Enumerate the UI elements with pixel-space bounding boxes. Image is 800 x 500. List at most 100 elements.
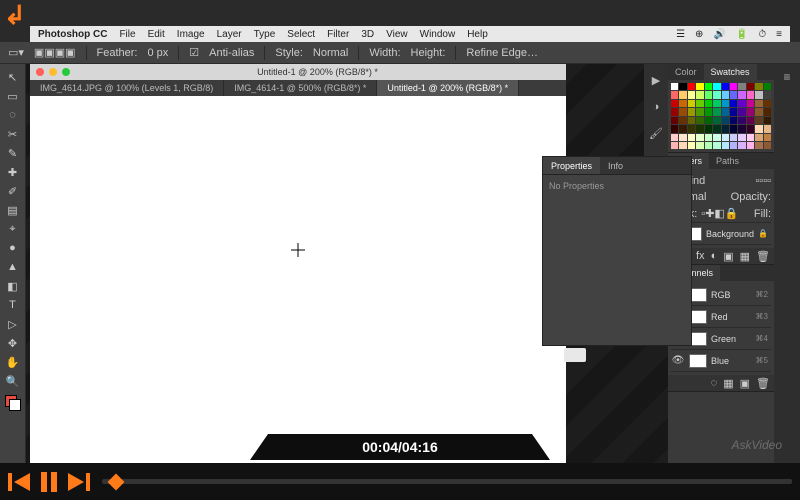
swatch[interactable] (747, 108, 754, 115)
swatch[interactable] (730, 108, 737, 115)
crop-tool[interactable]: ✂ (3, 125, 23, 143)
progress-track[interactable] (102, 479, 792, 484)
channel-row[interactable]: 👁Blue⌘5 (671, 350, 771, 372)
swatch[interactable] (705, 100, 712, 107)
gradient-tool[interactable]: ▲ (3, 258, 23, 276)
feather-value[interactable]: 0 px (147, 47, 168, 59)
swatch[interactable] (730, 91, 737, 98)
save-selection-icon[interactable]: ▦ (723, 377, 733, 390)
lasso-tool[interactable]: ◌ (3, 106, 23, 124)
menu-view[interactable]: View (386, 29, 408, 40)
swatch[interactable] (705, 125, 712, 132)
new-layer-icon[interactable]: ▦ (740, 250, 750, 263)
swatch[interactable] (671, 125, 678, 132)
swatch[interactable] (755, 100, 762, 107)
menu-layer[interactable]: Layer (217, 29, 242, 40)
swatch[interactable] (696, 91, 703, 98)
menu-3d[interactable]: 3D (361, 29, 374, 40)
swatch[interactable] (747, 83, 754, 90)
swatch[interactable] (755, 83, 762, 90)
menu-image[interactable]: Image (177, 29, 205, 40)
swatch[interactable] (764, 117, 771, 124)
properties-tab[interactable]: Properties (543, 157, 600, 174)
swatch[interactable] (688, 91, 695, 98)
swatch[interactable] (738, 91, 745, 98)
swatch[interactable] (705, 108, 712, 115)
swatch[interactable] (755, 117, 762, 124)
swatch[interactable] (755, 142, 762, 149)
history-brush-tool[interactable]: ⌖ (3, 220, 23, 238)
tool-preset-icon[interactable]: ▭▾ (8, 46, 24, 59)
swatch[interactable] (747, 125, 754, 132)
swatch[interactable] (705, 134, 712, 141)
visibility-eye-icon[interactable]: 👁 (671, 355, 685, 366)
swatch[interactable] (671, 100, 678, 107)
swatch[interactable] (747, 91, 754, 98)
swatch[interactable] (713, 142, 720, 149)
swatch[interactable] (738, 142, 745, 149)
swatch[interactable] (696, 117, 703, 124)
eraser-tool[interactable]: ● (3, 239, 23, 257)
swatch[interactable] (671, 83, 678, 90)
swatch[interactable] (755, 134, 762, 141)
document-tab[interactable]: IMG_4614-1 @ 500% (RGB/8*) * (224, 80, 377, 96)
pause-button[interactable] (34, 467, 64, 497)
collapsed-panel-stub[interactable] (564, 348, 586, 362)
swatch[interactable] (671, 134, 678, 141)
swatch[interactable] (671, 91, 678, 98)
swatch[interactable] (679, 83, 686, 90)
style-dropdown[interactable]: Normal (313, 47, 348, 59)
swatch[interactable] (722, 83, 729, 90)
swatch[interactable] (679, 117, 686, 124)
next-button[interactable] (64, 467, 94, 497)
swatch[interactable] (738, 100, 745, 107)
swatch[interactable] (679, 91, 686, 98)
traffic-light-close[interactable] (36, 68, 44, 76)
properties-panel[interactable]: Properties Info No Properties (542, 156, 692, 346)
swatch[interactable] (722, 91, 729, 98)
swatch[interactable] (764, 142, 771, 149)
swatch[interactable] (696, 125, 703, 132)
swatch[interactable] (713, 108, 720, 115)
swatch[interactable] (671, 117, 678, 124)
path-tool[interactable]: ✥ (3, 334, 23, 352)
swatch[interactable] (705, 117, 712, 124)
swatch[interactable] (713, 125, 720, 132)
stamp-tool[interactable]: ▤ (3, 201, 23, 219)
new-folder-icon[interactable]: ▣ (723, 250, 733, 263)
swatch[interactable] (730, 125, 737, 132)
menu-help[interactable]: Help (467, 29, 488, 40)
swatch[interactable] (696, 83, 703, 90)
swatch[interactable] (696, 100, 703, 107)
menu-window[interactable]: Window (420, 29, 456, 40)
swatch[interactable] (722, 108, 729, 115)
swatch[interactable] (730, 83, 737, 90)
document-tab[interactable]: IMG_4614.JPG @ 100% (Levels 1, RGB/8) (30, 80, 224, 96)
swatches-tab[interactable]: Swatches (704, 64, 757, 80)
swatch[interactable] (747, 117, 754, 124)
color-swatch[interactable] (5, 395, 21, 411)
lock-icons[interactable]: ▫✚◧🔒 (701, 207, 738, 220)
swatch[interactable] (713, 100, 720, 107)
swatch[interactable] (764, 134, 771, 141)
prev-button[interactable] (4, 467, 34, 497)
swatch[interactable] (679, 142, 686, 149)
swatch[interactable] (688, 108, 695, 115)
swatch[interactable] (696, 108, 703, 115)
info-tab[interactable]: Info (600, 157, 631, 174)
swatch[interactable] (722, 134, 729, 141)
load-selection-icon[interactable]: ◌ (711, 377, 718, 389)
swatch[interactable] (730, 100, 737, 107)
paths-tab[interactable]: Paths (709, 153, 746, 169)
swatch[interactable] (696, 134, 703, 141)
swatch[interactable] (671, 108, 678, 115)
swatch[interactable] (713, 83, 720, 90)
menu-file[interactable]: File (119, 29, 135, 40)
brush-icon[interactable]: 🖌 (649, 127, 663, 140)
menu-edit[interactable]: Edit (148, 29, 165, 40)
swatch[interactable] (722, 125, 729, 132)
swatch[interactable] (738, 108, 745, 115)
marquee-tool[interactable]: ▭ (3, 87, 23, 105)
swatch[interactable] (688, 134, 695, 141)
swatch[interactable] (738, 125, 745, 132)
